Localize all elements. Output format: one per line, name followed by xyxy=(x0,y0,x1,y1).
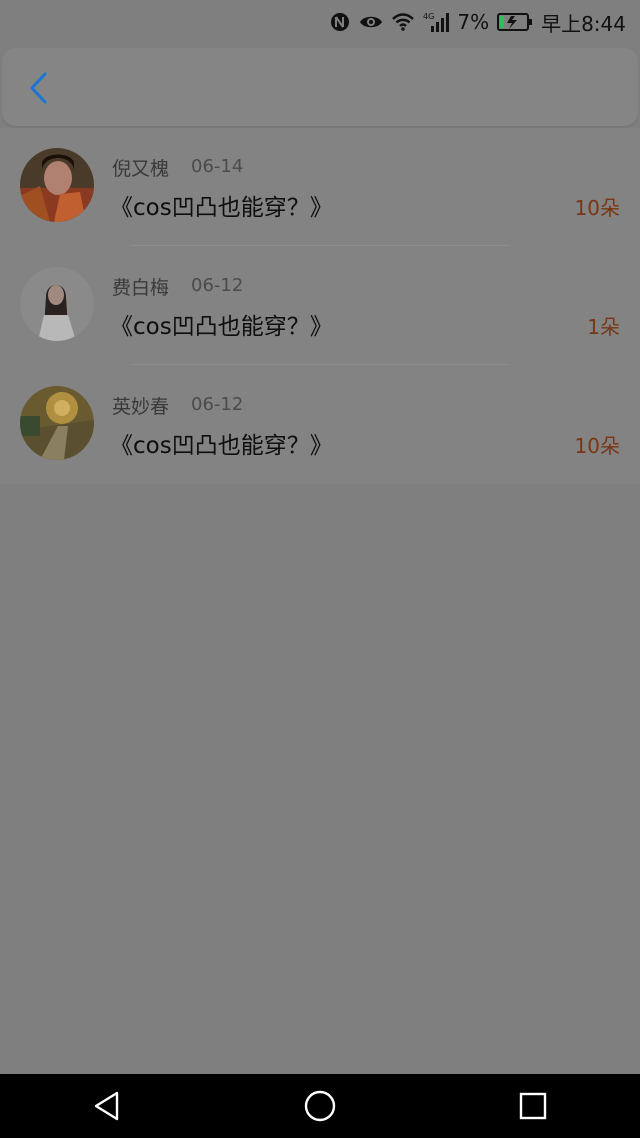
nfc-icon xyxy=(329,11,351,33)
network-type-label: 4G xyxy=(423,12,434,21)
flower-count: 10朵 xyxy=(574,434,620,458)
nav-recents-button[interactable] xyxy=(503,1076,563,1136)
eye-comfort-icon xyxy=(359,12,383,32)
article-title: 《cos凹凸也能穿？》 xyxy=(110,314,333,340)
chevron-left-icon xyxy=(30,72,47,104)
battery-charging-icon xyxy=(497,12,533,32)
sender-name: 英妙春 xyxy=(112,396,170,418)
wifi-icon xyxy=(391,12,415,32)
status-time: 早上8:44 xyxy=(541,11,626,36)
record-date: 06-12 xyxy=(191,394,244,415)
battery-percent: 7% xyxy=(457,10,490,34)
system-navigation-bar xyxy=(0,1074,640,1138)
article-title: 《cos凹凸也能穿？》 xyxy=(110,195,333,221)
top-app-bar xyxy=(2,48,638,126)
flower-count: 1朵 xyxy=(587,315,620,339)
home-circle-icon xyxy=(304,1090,336,1122)
nav-back-button[interactable] xyxy=(77,1076,137,1136)
record-date: 06-14 xyxy=(191,156,244,177)
gift-record-list: 倪又槐 06-14 《cos凹凸也能穿？》 10朵 费白梅 06-12 《cos… xyxy=(0,128,640,484)
screen: 4G 7% 早上8:44 倪又槐 06-14 《cos凹凸也能穿？》 10朵 费… xyxy=(0,0,640,1074)
flower-count: 10朵 xyxy=(574,196,620,220)
avatar xyxy=(20,148,94,222)
sender-name: 费白梅 xyxy=(112,277,170,299)
list-item[interactable]: 英妙春 06-12 《cos凹凸也能穿？》 10朵 xyxy=(0,366,640,484)
divider xyxy=(130,364,510,365)
list-item[interactable]: 费白梅 06-12 《cos凹凸也能穿？》 1朵 xyxy=(0,247,640,365)
list-item[interactable]: 倪又槐 06-14 《cos凹凸也能穿？》 10朵 xyxy=(0,128,640,246)
4g-signal-icon: 4G xyxy=(423,11,450,33)
article-title: 《cos凹凸也能穿？》 xyxy=(110,433,333,459)
back-triangle-icon xyxy=(94,1091,118,1121)
nav-home-button[interactable] xyxy=(290,1076,350,1136)
sender-name: 倪又槐 xyxy=(112,158,170,180)
back-button[interactable] xyxy=(20,70,56,106)
avatar xyxy=(20,386,94,460)
divider xyxy=(130,245,510,246)
status-bar: 4G 7% 早上8:44 xyxy=(0,0,640,44)
record-date: 06-12 xyxy=(191,275,244,296)
avatar xyxy=(20,267,94,341)
recents-square-icon xyxy=(520,1092,547,1120)
